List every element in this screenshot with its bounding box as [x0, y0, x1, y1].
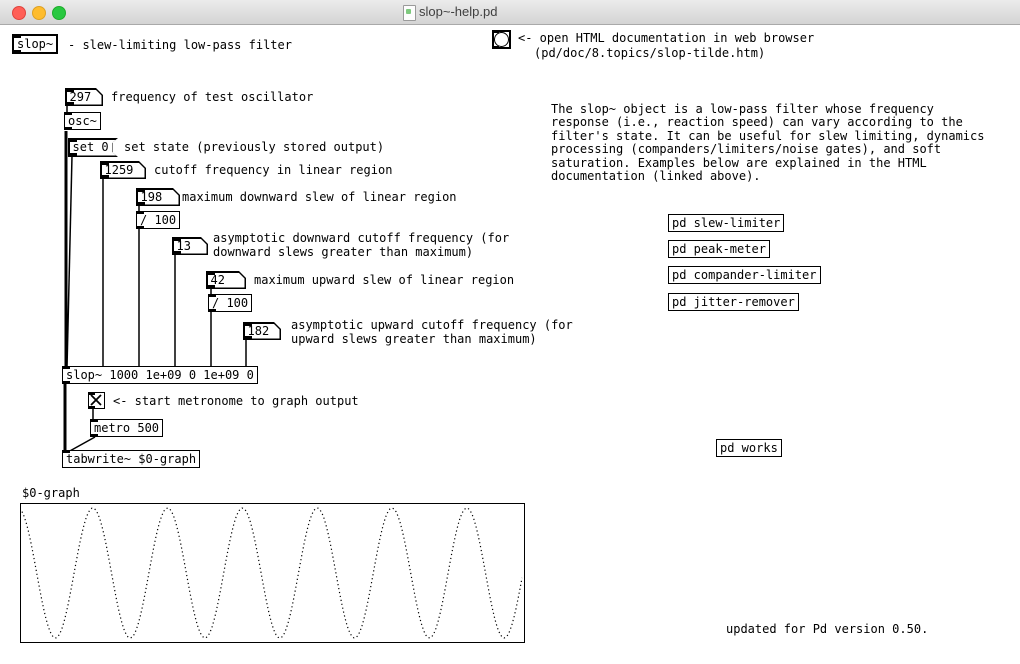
comment-doc-line2: (pd/doc/8.topics/slop-tilde.htm)	[534, 46, 765, 60]
number-box-cutoff-value: 1259	[102, 163, 145, 178]
subpatch-jitter-remover[interactable]: pd jitter-remover	[668, 293, 799, 311]
minimize-button[interactable]	[32, 6, 46, 20]
number-box-down-asym[interactable]: 13	[172, 237, 208, 255]
subpatch-peak-meter[interactable]: pd peak-meter	[668, 240, 770, 258]
bang-circle-icon	[494, 32, 509, 47]
subpatch-compander-limiter[interactable]: pd compander-limiter	[668, 266, 821, 284]
graph-label: $0-graph	[22, 486, 80, 500]
number-box-down-asym-value: 13	[174, 239, 207, 254]
comment-up-asym: asymptotic upward cutoff frequency (for …	[291, 318, 573, 346]
object-box-slop-main[interactable]: slop~ 1000 1e+09 0 1e+09 0	[62, 366, 258, 384]
zoom-button[interactable]	[52, 6, 66, 20]
object-box-div2[interactable]: / 100	[208, 294, 252, 312]
comment-doc-line1: <- open HTML documentation in web browse…	[518, 31, 814, 45]
object-box-metro[interactable]: metro 500	[90, 419, 163, 437]
close-button[interactable]	[12, 6, 26, 20]
subpatch-works[interactable]: pd works	[716, 439, 782, 457]
number-box-up-asym[interactable]: 182	[243, 322, 281, 340]
comment-up-slew: maximum upward slew of linear region	[254, 273, 514, 287]
description-paragraph: The slop~ object is a low-pass filter wh…	[551, 103, 984, 183]
toggle-metronome[interactable]	[88, 392, 105, 409]
object-box-slop[interactable]: slop~	[12, 34, 58, 54]
object-box-div1[interactable]: / 100	[136, 211, 180, 229]
comment-toggle: <- start metronome to graph output	[113, 394, 359, 408]
comment-description: - slew-limiting low-pass filter	[68, 38, 292, 52]
number-box-frequency[interactable]: 297	[65, 88, 103, 106]
comment-down-asym: asymptotic downward cutoff frequency (fo…	[213, 231, 509, 259]
document-icon	[403, 5, 416, 21]
message-box-set-text: set 0	[70, 140, 117, 156]
window-title: slop~-help.pd	[419, 4, 497, 19]
bang-open-docs[interactable]	[492, 30, 511, 49]
title-bar: slop~-help.pd	[0, 0, 1020, 25]
object-box-tabwrite[interactable]: tabwrite~ $0-graph	[62, 450, 200, 468]
object-box-osc[interactable]: osc~	[64, 112, 101, 130]
number-box-cutoff[interactable]: 1259	[100, 161, 146, 179]
number-box-up-slew-value: 42	[208, 273, 245, 288]
number-box-down-slew-value: 198	[138, 190, 179, 205]
pd-patch-window: slop~-help.pd slop~ - slew-limiting low-…	[0, 0, 1020, 664]
comment-updated: updated for Pd version 0.50.	[726, 622, 928, 636]
number-box-up-asym-value: 182	[245, 324, 280, 339]
number-box-frequency-value: 297	[67, 90, 102, 105]
subpatch-slew-limiter[interactable]: pd slew-limiter	[668, 214, 784, 232]
comment-down-slew: maximum downward slew of linear region	[182, 190, 457, 204]
number-box-down-slew[interactable]: 198	[136, 188, 180, 206]
toggle-x-icon	[89, 393, 103, 407]
number-box-up-slew[interactable]: 42	[206, 271, 246, 289]
message-box-set[interactable]: set 0	[68, 138, 118, 157]
comment-set-state: set state (previously stored output)	[124, 140, 384, 154]
graph-canvas	[20, 503, 525, 643]
comment-frequency: frequency of test oscillator	[111, 90, 313, 104]
comment-cutoff: cutoff frequency in linear region	[154, 163, 392, 177]
